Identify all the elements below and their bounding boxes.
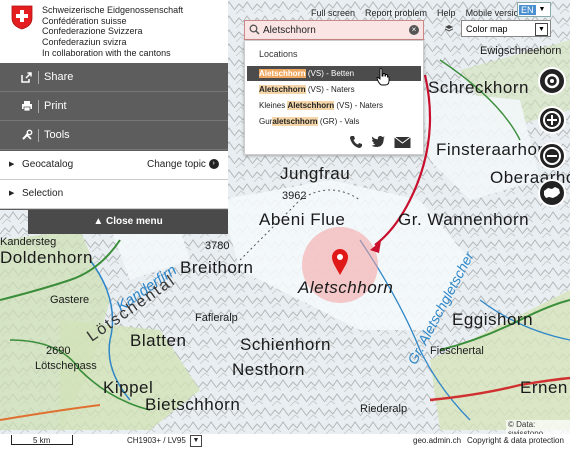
map-type-select[interactable]: Color map ▼ [461, 20, 551, 37]
side-menu: Share Print Tools ▶ Geocatalog Change to… [0, 63, 228, 210]
help-link[interactable]: Help [437, 8, 456, 18]
zoom-in-icon [543, 111, 561, 129]
caret-up-icon: ▲ [93, 216, 104, 227]
search-result-item[interactable]: Aletschhorn (VS) - Naters [247, 82, 421, 97]
zoom-in-button[interactable] [538, 106, 566, 134]
chevron-right-icon: ▶ [9, 190, 15, 197]
search-result-item[interactable]: Aletschhorn (VS) - Betten [247, 66, 421, 81]
separator [38, 100, 39, 113]
hand-cursor-icon [376, 68, 390, 86]
share-icons [349, 135, 411, 149]
report-problem-link[interactable]: Report problem [365, 8, 427, 18]
layers-icon [445, 25, 453, 32]
selection-label: Selection [22, 188, 64, 199]
collaboration-note: In collaboration with the cantons [42, 48, 171, 58]
location-icon [544, 73, 560, 89]
share-menu-item[interactable]: Share [0, 63, 228, 92]
site-header: Schweizerische Eidgenossenschaft Confédé… [0, 0, 228, 63]
separator [38, 129, 39, 142]
chevron-down-icon: ▼ [535, 23, 548, 36]
name-it: Confederazione Svizzera [42, 26, 143, 36]
language-code: EN [519, 4, 536, 15]
twitter-icon[interactable] [371, 135, 386, 149]
change-topic-button[interactable]: Change topic › [147, 159, 219, 170]
results-header-locations: Locations [259, 49, 298, 59]
tools-icon [22, 129, 33, 140]
name-rm: Confederaziun svizra [42, 36, 127, 47]
chevron-down-icon[interactable]: ▼ [190, 435, 202, 447]
print-menu-item[interactable]: Print [0, 92, 228, 121]
clear-search-icon[interactable]: × [409, 25, 419, 35]
share-icon [21, 72, 32, 83]
switzerland-icon [544, 187, 560, 198]
phone-icon[interactable] [349, 135, 363, 149]
map-type-label: Color map [466, 24, 508, 34]
search-results: Locations Aletschhorn (VS) - Betten Alet… [244, 40, 424, 155]
search-input[interactable] [263, 22, 403, 38]
name-de: Schweizerische Eidgenossenschaft [42, 5, 184, 15]
name-fr: Confédération suisse [42, 15, 127, 26]
full-extent-button[interactable] [538, 179, 566, 207]
mobile-version-link[interactable]: Mobile version [466, 8, 524, 18]
search-result-item[interactable]: Guraletschhorn (GR) - Vals [247, 114, 421, 129]
print-label: Print [44, 100, 67, 112]
confederation-names: Schweizerische Eidgenossenschaft Confédé… [42, 5, 183, 59]
geocatalog-label: Geocatalog [22, 159, 74, 170]
copyright-link[interactable]: Copyright & data protection [467, 436, 564, 445]
zoom-out-icon [543, 147, 561, 165]
selection-section[interactable]: ▶ Selection [0, 180, 228, 209]
zoom-out-button[interactable] [538, 142, 566, 170]
share-label: Share [44, 71, 74, 83]
search-icon [249, 24, 260, 35]
footer-bar: 5 km CH1903+ / LV95 ▼ geo.admin.ch Copyr… [0, 434, 570, 449]
geocatalog-section[interactable]: ▶ Geocatalog Change topic › [0, 151, 228, 180]
language-select[interactable]: EN ▼ [517, 2, 551, 17]
tools-label: Tools [44, 129, 70, 141]
mail-icon[interactable] [394, 135, 411, 149]
chevron-right-icon: ▶ [9, 161, 15, 168]
search-result-item[interactable]: Kleines Aletschhorn (VS) - Naters [247, 98, 421, 113]
fullscreen-link[interactable]: Full screen [311, 8, 355, 18]
scale-label: 5 km [33, 436, 51, 445]
chevron-down-icon: ▼ [538, 6, 546, 13]
print-icon [22, 101, 32, 112]
close-menu-button[interactable]: ▲ Close menu [28, 210, 228, 234]
coordinate-system-select[interactable]: CH1903+ / LV95 [127, 436, 186, 445]
separator [38, 71, 39, 84]
search-box: × [244, 20, 424, 40]
arrow-circle-right-icon: › [208, 159, 219, 170]
tools-menu-item[interactable]: Tools [0, 121, 228, 150]
geoadmin-link[interactable]: geo.admin.ch [413, 436, 461, 445]
swiss-coat-of-arms-icon [11, 5, 33, 30]
geolocate-button[interactable] [538, 67, 566, 95]
